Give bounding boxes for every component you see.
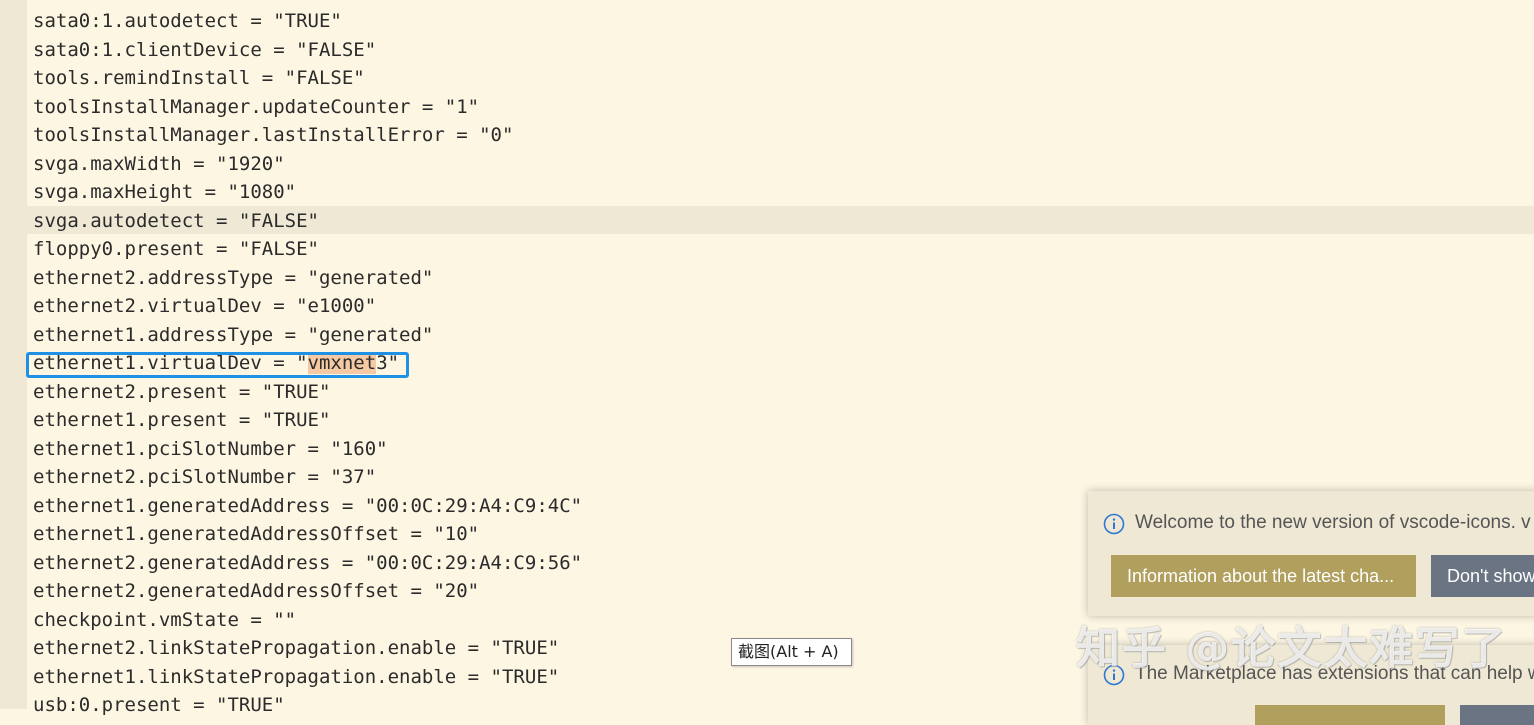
code-line-text: ethernet2.generatedAddressOffset = "20" (33, 580, 480, 602)
code-line-text: checkpoint.vmState = "" (33, 608, 297, 631)
code-line-text: sata0:1.clientDevice = "FALSE" (33, 38, 377, 61)
code-line-text: toolsInstallManager.updateCounter = "1" (33, 95, 480, 118)
notification-message: Welcome to the new version of vscode-ico… (1135, 512, 1531, 533)
code-line[interactable]: floppy0.present = "FALSE" (0, 234, 1534, 263)
code-line[interactable]: sata0:1.clientDevice = "FALSE" (0, 35, 1534, 64)
latest-changes-button[interactable]: Information about the latest cha... (1111, 555, 1416, 597)
code-line[interactable]: tools.remindInstall = "FALSE" (0, 63, 1534, 92)
code-line-text: ethernet2.linkStatePropagation.enable = … (33, 637, 560, 659)
code-line-text: ethernet1.generatedAddress = "00:0C:29:A… (33, 494, 583, 517)
code-line[interactable]: svga.maxWidth = "1920" (0, 149, 1534, 178)
code-line-text: sata0:1.autodetect = "TRUE" (33, 10, 342, 32)
dont-show-button[interactable]: Don't show (1431, 555, 1534, 597)
zhihu-watermark: 知乎 @论文太难写了 (1076, 623, 1508, 674)
code-line[interactable]: svga.maxHeight = "1080" (0, 177, 1534, 206)
code-line-text: svga.autodetect = "FALSE" (33, 209, 319, 232)
code-line-text: toolsInstallManager.lastInstallError = "… (33, 124, 514, 146)
code-line[interactable]: sata0:1.autodetect = "TRUE" (0, 6, 1534, 35)
marketplace-primary-button[interactable] (1255, 705, 1445, 725)
code-line-text: ethernet1.linkStatePropagation.enable = … (33, 665, 560, 688)
code-line-text: ethernet2.generatedAddress = "00:0C:29:A… (33, 551, 583, 574)
code-line[interactable]: svga.autodetect = "FALSE" (0, 205, 1534, 234)
code-line[interactable]: ethernet1.present = "TRUE" (0, 405, 1534, 434)
code-line[interactable]: ethernet2.addressType = "generated" (0, 263, 1534, 292)
code-line-text: ethernet2.present = "TRUE" (33, 380, 331, 403)
code-line[interactable]: ethernet2.virtualDev = "e1000" (0, 291, 1534, 320)
code-line[interactable]: toolsInstallManager.lastInstallError = "… (0, 120, 1534, 149)
code-line-text: ethernet1.generatedAddressOffset = "10" (33, 523, 480, 545)
code-line-text: ethernet2.addressType = "generated" (33, 266, 434, 289)
code-line[interactable]: ethernet2.pciSlotNumber = "37" (0, 462, 1534, 491)
code-line-text: svga.maxHeight = "1080" (33, 181, 297, 203)
code-line-text: usb:0.present = "TRUE" (33, 694, 285, 716)
code-line-text: ethernet2.virtualDev = "e1000" (33, 295, 377, 317)
code-line-text: floppy0.present = "FALSE" (33, 238, 319, 260)
screenshot-tooltip: 截图(Alt + A) (731, 638, 852, 666)
code-line-text: ethernet1.present = "TRUE" (33, 409, 331, 431)
code-line-text: ethernet1.addressType = "generated" (33, 323, 434, 346)
marketplace-secondary-button[interactable] (1460, 705, 1534, 725)
code-line[interactable]: ethernet1.pciSlotNumber = "160" (0, 434, 1534, 463)
info-icon (1103, 513, 1125, 535)
code-line[interactable]: ethernet1.addressType = "generated" (0, 320, 1534, 349)
code-line-text: tools.remindInstall = "FALSE" (33, 67, 365, 89)
selection-highlight-box (26, 352, 409, 378)
code-line[interactable]: ethernet2.present = "TRUE" (0, 377, 1534, 406)
code-line-text: ethernet1.pciSlotNumber = "160" (33, 437, 388, 460)
code-line-text: svga.maxWidth = "1920" (33, 152, 285, 175)
code-line[interactable]: toolsInstallManager.updateCounter = "1" (0, 92, 1534, 121)
code-line-text: ethernet2.pciSlotNumber = "37" (33, 466, 377, 488)
notification-vscode-icons: Welcome to the new version of vscode-ico… (1088, 491, 1534, 616)
